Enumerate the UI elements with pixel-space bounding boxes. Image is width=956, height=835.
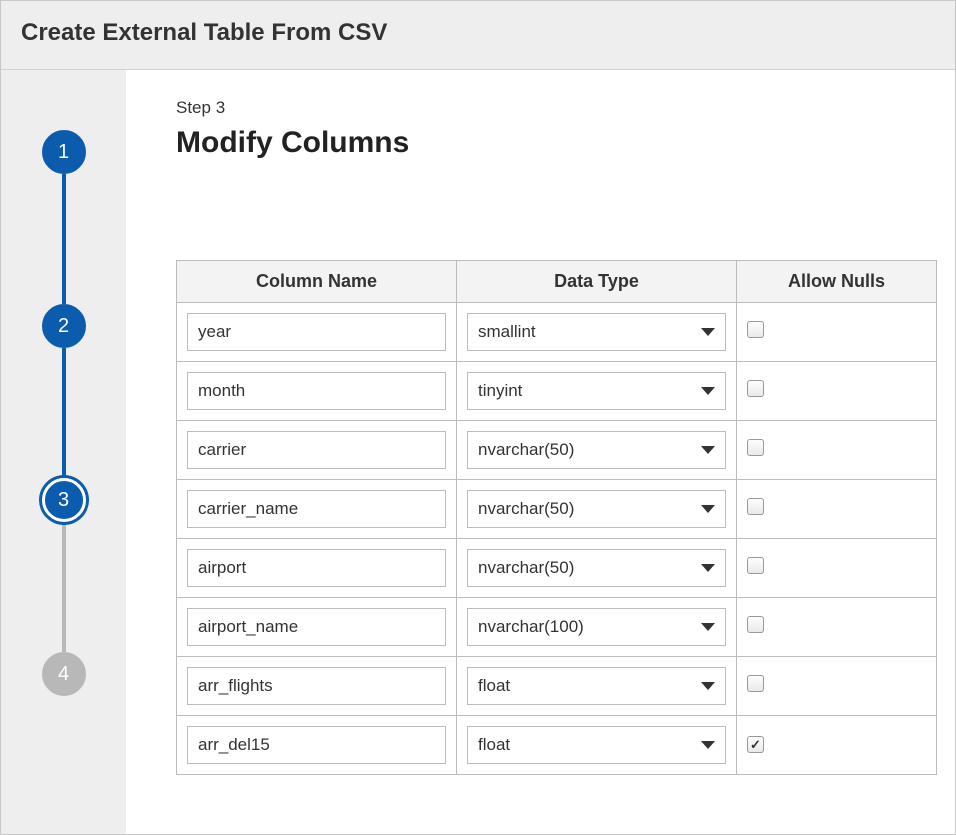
step-connector [62, 522, 66, 652]
wizard-stepper: 1 2 3 4 [1, 70, 126, 834]
chevron-down-icon [701, 387, 715, 395]
table-row: float [177, 716, 937, 775]
allow-nulls-checkbox[interactable] [747, 616, 764, 633]
dialog-window: Create External Table From CSV 1 2 3 4 Step… [0, 0, 956, 835]
step-connector [62, 174, 66, 304]
chevron-down-icon [701, 682, 715, 690]
dialog-title: Create External Table From CSV [21, 19, 935, 47]
chevron-down-icon [701, 623, 715, 631]
table-row: nvarchar(50) [177, 539, 937, 598]
header-data-type: Data Type [457, 261, 737, 303]
data-type-value: nvarchar(50) [478, 499, 574, 519]
data-type-value: tinyint [478, 381, 522, 401]
data-type-value: nvarchar(50) [478, 440, 574, 460]
column-name-input[interactable] [187, 549, 446, 587]
data-type-select[interactable]: tinyint [467, 372, 726, 410]
data-type-value: nvarchar(50) [478, 558, 574, 578]
allow-nulls-checkbox[interactable] [747, 439, 764, 456]
table-row: float [177, 657, 937, 716]
chevron-down-icon [701, 564, 715, 572]
step-circle-4[interactable]: 4 [42, 652, 86, 696]
table-row: tinyint [177, 362, 937, 421]
step-circle-2[interactable]: 2 [42, 304, 86, 348]
data-type-select[interactable]: nvarchar(100) [467, 608, 726, 646]
data-type-value: float [478, 735, 510, 755]
column-name-input[interactable] [187, 372, 446, 410]
chevron-down-icon [701, 446, 715, 454]
data-type-value: nvarchar(100) [478, 617, 584, 637]
table-row: nvarchar(50) [177, 421, 937, 480]
allow-nulls-checkbox[interactable] [747, 380, 764, 397]
column-name-input[interactable] [187, 726, 446, 764]
data-type-value: float [478, 676, 510, 696]
step-label: Step 3 [176, 98, 941, 118]
data-type-select[interactable]: nvarchar(50) [467, 549, 726, 587]
columns-table-body: smallint tinyint nvarchar(50) nvarchar(50) n… [177, 303, 937, 775]
data-type-select[interactable]: smallint [467, 313, 726, 351]
table-row: nvarchar(100) [177, 598, 937, 657]
column-name-input[interactable] [187, 667, 446, 705]
column-name-input[interactable] [187, 313, 446, 351]
allow-nulls-checkbox[interactable] [747, 675, 764, 692]
columns-table: Column Name Data Type Allow Nulls smalli… [176, 260, 937, 775]
table-row: smallint [177, 303, 937, 362]
data-type-select[interactable]: nvarchar(50) [467, 431, 726, 469]
allow-nulls-checkbox[interactable] [747, 557, 764, 574]
step-circle-3[interactable]: 3 [42, 478, 86, 522]
data-type-select[interactable]: float [467, 667, 726, 705]
step-connector [62, 348, 66, 478]
data-type-value: smallint [478, 322, 536, 342]
allow-nulls-checkbox[interactable] [747, 498, 764, 515]
header-column-name: Column Name [177, 261, 457, 303]
main-panel: Step 3 Modify Columns Column Name Data T… [126, 70, 955, 834]
dialog-body: 1 2 3 4 Step 3 Modify Columns Column Name D… [1, 70, 955, 834]
table-header-row: Column Name Data Type Allow Nulls [177, 261, 937, 303]
header-allow-nulls: Allow Nulls [737, 261, 937, 303]
page-title: Modify Columns [176, 126, 941, 160]
step-circle-1[interactable]: 1 [42, 130, 86, 174]
chevron-down-icon [701, 741, 715, 749]
table-row: nvarchar(50) [177, 480, 937, 539]
title-bar: Create External Table From CSV [1, 1, 955, 70]
column-name-input[interactable] [187, 490, 446, 528]
data-type-select[interactable]: nvarchar(50) [467, 490, 726, 528]
allow-nulls-checkbox[interactable] [747, 321, 764, 338]
chevron-down-icon [701, 328, 715, 336]
allow-nulls-checkbox[interactable] [747, 736, 764, 753]
data-type-select[interactable]: float [467, 726, 726, 764]
column-name-input[interactable] [187, 431, 446, 469]
chevron-down-icon [701, 505, 715, 513]
column-name-input[interactable] [187, 608, 446, 646]
